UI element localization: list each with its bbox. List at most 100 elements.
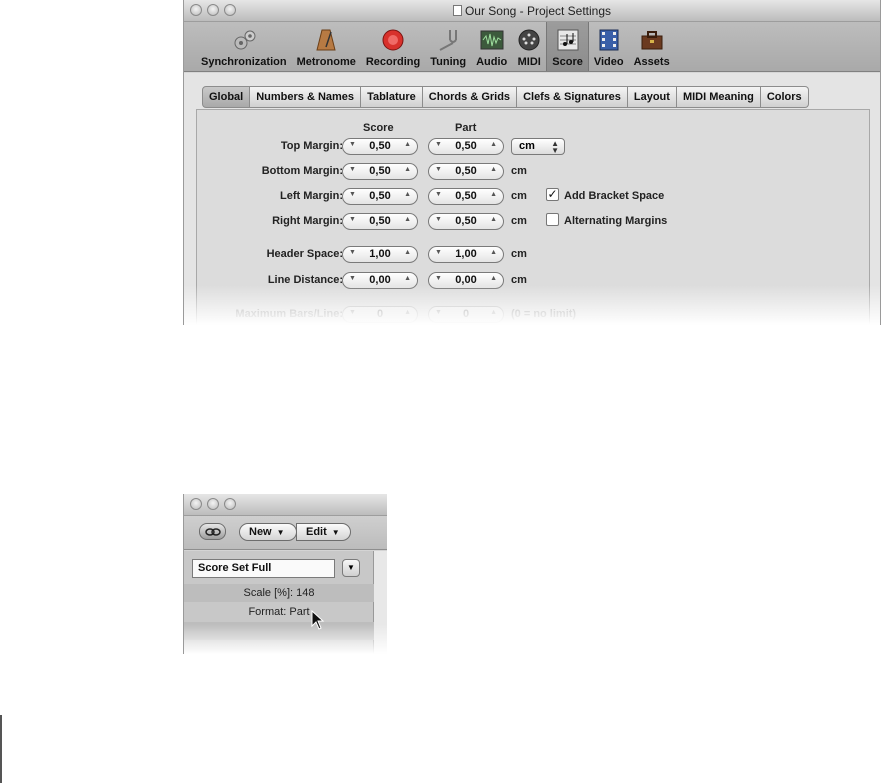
tab-tablature[interactable]: Tablature bbox=[361, 86, 423, 108]
title-bar bbox=[184, 494, 387, 516]
score-toolbar: New ▼ Edit ▼ bbox=[184, 516, 387, 550]
chevron-down-icon: ▼ bbox=[347, 563, 355, 572]
top-margin-label: Top Margin: bbox=[280, 140, 343, 152]
stepper-up-icon[interactable]: ▲ bbox=[404, 275, 411, 282]
tab-global[interactable]: Global bbox=[202, 86, 251, 108]
max-bars-part-stepper[interactable]: ▼ 0 ▲ bbox=[428, 306, 504, 323]
unit-label: cm bbox=[511, 274, 527, 286]
stepper-up-icon[interactable]: ▲ bbox=[490, 191, 497, 198]
briefcase-icon bbox=[640, 28, 664, 52]
bottom-margin-score-stepper[interactable]: ▼ 0,50 ▲ bbox=[342, 163, 418, 180]
window-controls bbox=[190, 498, 236, 510]
add-bracket-space-checkbox[interactable]: ✓ bbox=[546, 188, 559, 201]
zoom-button[interactable] bbox=[224, 498, 236, 510]
film-icon bbox=[597, 28, 621, 52]
settings-toolbar: Synchronization Metronome Recording Tuni… bbox=[184, 22, 880, 72]
metronome-icon bbox=[314, 28, 338, 52]
unit-label: cm bbox=[511, 165, 527, 177]
bottom-margin-label: Bottom Margin: bbox=[261, 165, 343, 177]
unit-label: cm bbox=[511, 215, 527, 227]
stepper-up-icon[interactable]: ▲ bbox=[490, 141, 497, 148]
header-space-score-stepper[interactable]: ▼ 1,00 ▲ bbox=[342, 246, 418, 263]
score-set-menu-button[interactable]: ▼ bbox=[342, 559, 360, 577]
link-icon bbox=[204, 527, 221, 536]
tab-numbers-names[interactable]: Numbers & Names bbox=[250, 86, 362, 108]
toolbar-video[interactable]: Video bbox=[589, 22, 629, 71]
stepper-up-icon[interactable]: ▲ bbox=[404, 141, 411, 148]
unit-label: cm bbox=[511, 248, 527, 260]
bottom-margin-part-stepper[interactable]: ▼ 0,50 ▲ bbox=[428, 163, 504, 180]
new-menu-button[interactable]: New ▼ bbox=[239, 523, 297, 541]
link-button[interactable] bbox=[199, 523, 226, 540]
stepper-up-icon[interactable]: ▲ bbox=[490, 275, 497, 282]
stepper-up-icon[interactable]: ▲ bbox=[490, 249, 497, 256]
left-margin-part-stepper[interactable]: ▼ 0,50 ▲ bbox=[428, 188, 504, 205]
right-margin-part-stepper[interactable]: ▼ 0,50 ▲ bbox=[428, 213, 504, 230]
max-bars-line-label: Maximum Bars/Line: bbox=[235, 308, 343, 320]
stepper-up-icon[interactable]: ▲ bbox=[490, 166, 497, 173]
document-icon bbox=[452, 5, 462, 16]
tab-midi-meaning[interactable]: MIDI Meaning bbox=[676, 86, 761, 108]
header-space-part-stepper[interactable]: ▼ 1,00 ▲ bbox=[428, 246, 504, 263]
page-margin-line bbox=[0, 715, 2, 783]
tuning-fork-icon bbox=[436, 28, 460, 52]
window-title: Our Song - Project Settings bbox=[184, 4, 880, 18]
score-notes-icon bbox=[556, 28, 580, 52]
tab-layout[interactable]: Layout bbox=[627, 86, 677, 108]
format-value[interactable]: Format: Part bbox=[184, 603, 374, 621]
scale-value: Scale [%]: 148 bbox=[184, 584, 374, 602]
minimize-button[interactable] bbox=[207, 498, 219, 510]
stepper-up-icon[interactable]: ▲ bbox=[404, 216, 411, 223]
record-icon bbox=[381, 28, 405, 52]
stepper-up-icon[interactable]: ▲ bbox=[490, 309, 497, 316]
midi-connector-icon bbox=[517, 28, 541, 52]
toolbar-assets[interactable]: Assets bbox=[629, 22, 675, 71]
toolbar-recording[interactable]: Recording bbox=[361, 22, 425, 71]
unit-select[interactable]: cm ▲ ▼ bbox=[511, 138, 565, 155]
updown-arrows-icon: ▲ ▼ bbox=[551, 139, 559, 155]
toolbar-synchronization[interactable]: Synchronization bbox=[196, 22, 292, 71]
score-editor-window: New ▼ Edit ▼ Score Set Full ▼ Scale [%]: 1… bbox=[183, 494, 387, 654]
max-bars-score-stepper[interactable]: ▼ 0 ▲ bbox=[342, 306, 418, 323]
toolbar-metronome[interactable]: Metronome bbox=[292, 22, 361, 71]
score-column-header: Score bbox=[363, 122, 394, 134]
tab-clefs-signatures[interactable]: Clefs & Signatures bbox=[517, 86, 628, 108]
line-distance-score-stepper[interactable]: ▼ 0,00 ▲ bbox=[342, 272, 418, 289]
stepper-up-icon[interactable]: ▲ bbox=[404, 309, 411, 316]
header-space-label: Header Space: bbox=[266, 248, 343, 260]
gears-icon bbox=[232, 28, 256, 52]
stepper-up-icon[interactable]: ▲ bbox=[404, 166, 411, 173]
part-column-header: Part bbox=[455, 122, 477, 134]
unit-label: cm bbox=[511, 190, 527, 202]
title-bar: Our Song - Project Settings bbox=[184, 0, 880, 22]
score-set-field[interactable]: Score Set Full bbox=[192, 559, 335, 578]
top-margin-score-stepper[interactable]: ▼ 0,50 ▲ bbox=[342, 138, 418, 155]
stepper-up-icon[interactable]: ▲ bbox=[490, 216, 497, 223]
stepper-up-icon[interactable]: ▲ bbox=[404, 191, 411, 198]
project-settings-window: Our Song - Project Settings Synchronizat… bbox=[183, 0, 881, 325]
audio-waveform-icon bbox=[480, 28, 504, 52]
toolbar-score[interactable]: Score bbox=[546, 22, 589, 71]
top-margin-part-stepper[interactable]: ▼ 0,50 ▲ bbox=[428, 138, 504, 155]
right-margin-score-stepper[interactable]: ▼ 0,50 ▲ bbox=[342, 213, 418, 230]
right-margin-label: Right Margin: bbox=[272, 215, 343, 227]
tab-chords-grids[interactable]: Chords & Grids bbox=[422, 86, 518, 108]
chevron-down-icon: ▼ bbox=[331, 528, 340, 537]
toolbar-audio[interactable]: Audio bbox=[471, 22, 512, 71]
unit-label: (0 = no limit) bbox=[511, 308, 577, 320]
alternating-margins-label: Alternating Margins bbox=[564, 215, 668, 227]
alternating-margins-checkbox[interactable] bbox=[546, 213, 559, 226]
left-margin-score-stepper[interactable]: ▼ 0,50 ▲ bbox=[342, 188, 418, 205]
chevron-down-icon: ▼ bbox=[276, 528, 285, 537]
toolbar-midi[interactable]: MIDI bbox=[512, 22, 546, 71]
close-button[interactable] bbox=[190, 498, 202, 510]
fade-overlay bbox=[184, 624, 387, 654]
global-pane: Score Part Top Margin: ▼ 0,50 ▲ ▼ 0,50 ▲ cm ▲… bbox=[196, 109, 870, 325]
tab-bar: Global Numbers & Names Tablature Chords … bbox=[202, 86, 809, 108]
tab-colors[interactable]: Colors bbox=[760, 86, 809, 108]
toolbar-tuning[interactable]: Tuning bbox=[425, 22, 471, 71]
add-bracket-space-label: Add Bracket Space bbox=[564, 190, 665, 202]
stepper-up-icon[interactable]: ▲ bbox=[404, 249, 411, 256]
edit-menu-button[interactable]: Edit ▼ bbox=[296, 523, 351, 541]
line-distance-part-stepper[interactable]: ▼ 0,00 ▲ bbox=[428, 272, 504, 289]
